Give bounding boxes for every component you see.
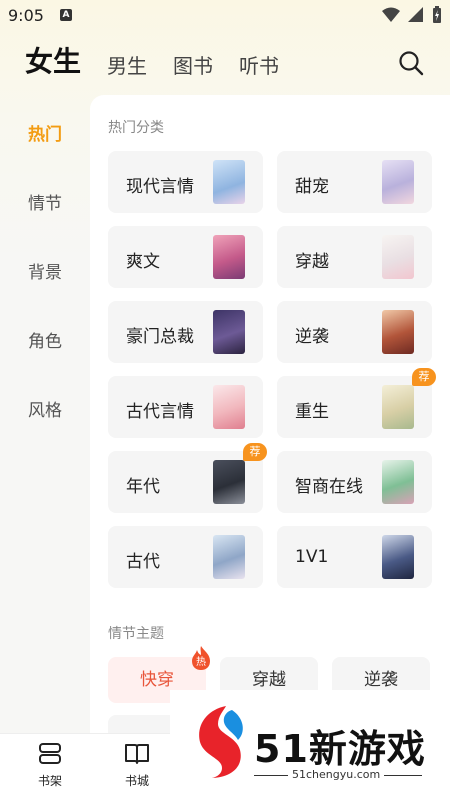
book-cover bbox=[382, 160, 414, 204]
book-cover bbox=[382, 310, 414, 354]
book-cover bbox=[213, 535, 245, 579]
category-label: 穿越 bbox=[295, 252, 329, 272]
category-card[interactable]: 爽文 bbox=[108, 226, 263, 288]
category-label: 豪门总裁 bbox=[126, 327, 194, 347]
sidebar-item-background[interactable]: 背景 bbox=[28, 258, 62, 283]
watermark-divider bbox=[254, 775, 288, 776]
book-cover bbox=[382, 385, 414, 429]
section-title-hot: 热门分类 bbox=[108, 120, 164, 136]
category-card[interactable]: 穿越 bbox=[277, 226, 432, 288]
open-book-icon bbox=[125, 744, 149, 764]
book-cover bbox=[213, 310, 245, 354]
category-card[interactable]: 古代 bbox=[108, 526, 263, 588]
nav-label: 书城 bbox=[124, 774, 149, 788]
category-label: 甜宠 bbox=[295, 177, 329, 197]
watermark-url: 51chengyu.com bbox=[292, 768, 381, 781]
system-icons bbox=[382, 6, 442, 24]
category-card[interactable]: 现代言情 bbox=[108, 151, 263, 213]
tab-books[interactable]: 图书 bbox=[173, 52, 213, 80]
sidebar-item-role[interactable]: 角色 bbox=[28, 327, 62, 352]
book-cover bbox=[382, 460, 414, 504]
recommend-badge: 荐 bbox=[243, 443, 267, 461]
watermark-divider bbox=[384, 775, 422, 776]
category-label: 智商在线 bbox=[295, 477, 363, 497]
category-label: 现代言情 bbox=[126, 177, 194, 197]
tab-female[interactable]: 女生 bbox=[25, 44, 81, 80]
chip-label: 快穿 bbox=[140, 670, 174, 690]
watermark-text: 51新游戏 bbox=[254, 727, 426, 771]
tab-male[interactable]: 男生 bbox=[107, 52, 147, 80]
book-cover bbox=[213, 235, 245, 279]
notification-icon: A bbox=[60, 9, 72, 21]
tab-audiobooks[interactable]: 听书 bbox=[239, 52, 279, 80]
book-cover bbox=[213, 460, 245, 504]
battery-icon bbox=[433, 6, 441, 23]
category-label: 逆袭 bbox=[295, 327, 329, 347]
bookshelf-icon bbox=[39, 743, 61, 764]
category-label: 1V1 bbox=[295, 547, 329, 567]
category-label: 年代 bbox=[126, 477, 160, 497]
watermark: 51新游戏 51chengyu.com bbox=[170, 690, 450, 800]
nav-label: 书架 bbox=[37, 774, 62, 788]
status-time: 9:05 bbox=[8, 6, 44, 25]
category-label: 古代 bbox=[126, 552, 160, 572]
sidebar-item-style[interactable]: 风格 bbox=[28, 396, 62, 421]
category-card[interactable]: 年代 荐 bbox=[108, 443, 267, 513]
book-cover bbox=[213, 160, 245, 204]
book-cover bbox=[382, 535, 414, 579]
search-icon[interactable] bbox=[398, 50, 424, 76]
category-card[interactable]: 1V1 bbox=[277, 526, 432, 588]
nav-bookshelf[interactable]: 书架 bbox=[20, 742, 80, 789]
fire-icon: 热 bbox=[192, 646, 210, 670]
chip-label: 穿越 bbox=[252, 670, 286, 690]
nav-bookstore[interactable]: 书城 bbox=[107, 742, 167, 789]
category-card[interactable]: 逆袭 bbox=[277, 301, 432, 363]
book-cover bbox=[213, 385, 245, 429]
chip-label: 逆袭 bbox=[364, 670, 398, 690]
watermark-logo-icon bbox=[199, 706, 243, 778]
sidebar-item-hot[interactable]: 热门 bbox=[28, 120, 62, 145]
section-title-plot: 情节主题 bbox=[108, 626, 164, 642]
status-bar: 9:05 A bbox=[0, 0, 450, 30]
recommend-badge: 荐 bbox=[412, 368, 436, 386]
category-card[interactable]: 重生 荐 bbox=[277, 368, 436, 438]
category-label: 古代言情 bbox=[126, 402, 194, 422]
category-card[interactable]: 甜宠 bbox=[277, 151, 432, 213]
sidebar-item-plot[interactable]: 情节 bbox=[28, 189, 62, 214]
hot-badge-text: 热 bbox=[196, 655, 206, 668]
category-label: 重生 bbox=[295, 402, 329, 422]
wifi-icon bbox=[382, 7, 400, 22]
signal-icon bbox=[408, 7, 423, 22]
category-card[interactable]: 古代言情 bbox=[108, 376, 263, 438]
category-card[interactable]: 智商在线 bbox=[277, 451, 432, 513]
category-card[interactable]: 豪门总裁 bbox=[108, 301, 263, 363]
category-label: 爽文 bbox=[126, 252, 160, 272]
top-tabs: 女生 男生 图书 听书 bbox=[25, 44, 305, 80]
book-cover bbox=[382, 235, 414, 279]
